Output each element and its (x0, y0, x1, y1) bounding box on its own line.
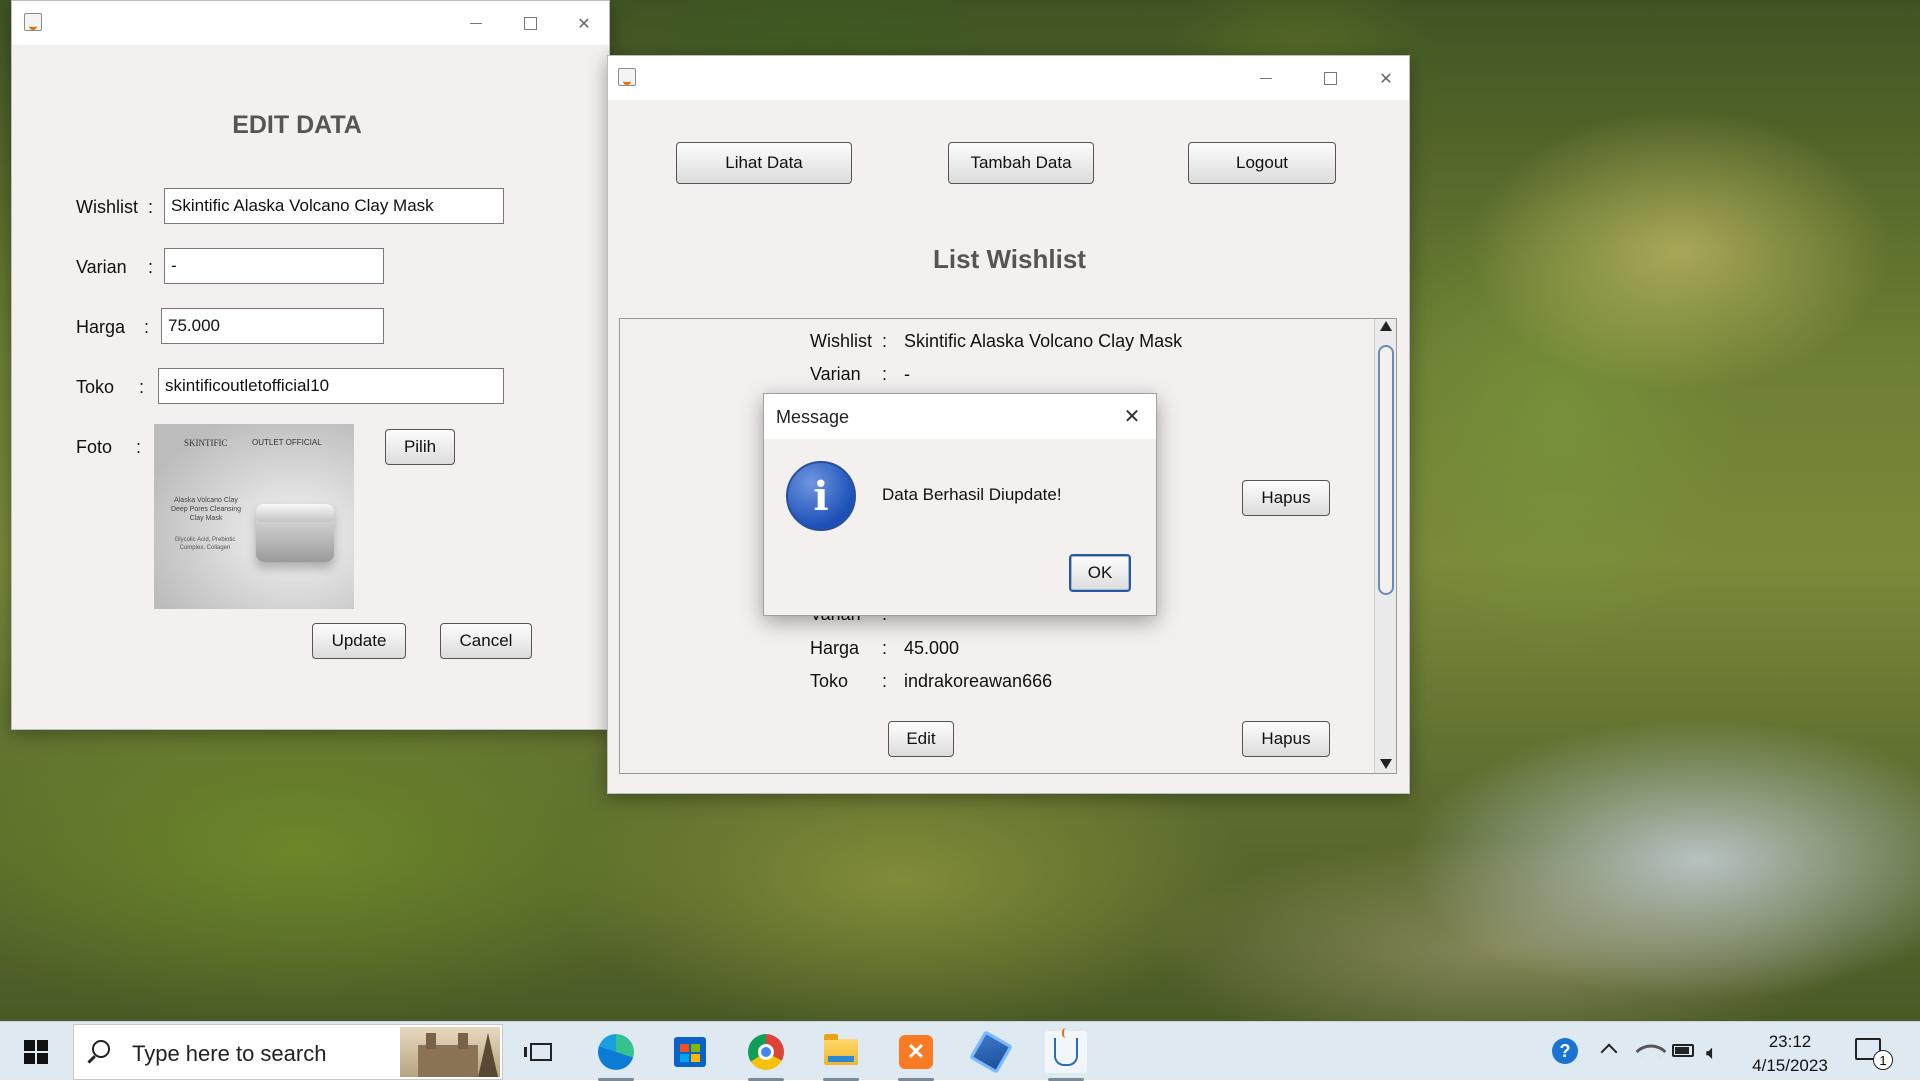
item1-varian-colon: : (882, 364, 888, 384)
minimize-icon[interactable] (1243, 56, 1289, 100)
item2-edit-button[interactable]: Edit (888, 721, 954, 757)
ok-button[interactable]: OK (1069, 554, 1131, 592)
taskbar: Type here to search ✕ ? 🔈︎ 23:12 4/15/20… (0, 1021, 1920, 1081)
dialog-message: Data Berhasil Diupdate! (882, 485, 1062, 504)
edit-data-window: EDIT DATA Wishlist : Skintific Alaska Vo… (11, 0, 610, 730)
close-icon[interactable]: ✕ (1118, 402, 1146, 430)
search-box[interactable]: Type here to search (73, 1024, 503, 1080)
wishlist-colon: : (148, 197, 154, 217)
photo-brand-text: SKINTIFIC (184, 438, 228, 448)
clock-date: 4/15/2023 (1752, 1056, 1828, 1075)
item2-toko-colon: : (882, 671, 888, 691)
volume-icon[interactable]: 🔈︎ (1706, 1040, 1718, 1064)
item2-toko-value: indrakoreawan666 (904, 671, 1053, 691)
toko-colon: : (139, 377, 145, 397)
product-photo: SKINTIFIC OUTLET OFFICIAL Alaska Volcano… (154, 424, 354, 609)
close-icon[interactable] (561, 1, 607, 45)
wishlist-label: Wishlist (76, 197, 138, 217)
varian-colon: : (148, 257, 154, 277)
logout-button[interactable]: Logout (1188, 142, 1336, 184)
battery-icon[interactable] (1672, 1044, 1694, 1057)
choose-photo-button[interactable]: Pilih (385, 429, 455, 465)
varian-input[interactable]: - (164, 248, 384, 284)
dialog-titlebar[interactable]: Message ✕ (764, 394, 1156, 439)
close-icon[interactable] (1363, 56, 1409, 100)
item2-harga-colon: : (882, 638, 888, 658)
add-data-button[interactable]: Tambah Data (948, 142, 1094, 184)
toko-input[interactable]: skintificoutletofficial10 (158, 368, 504, 404)
scrollbar-thumb[interactable] (1378, 345, 1394, 595)
harga-label: Harga (76, 317, 126, 337)
file-explorer-icon[interactable] (820, 1031, 862, 1081)
edge-icon[interactable] (595, 1031, 637, 1081)
harga-input[interactable]: 75.000 (161, 308, 384, 344)
task-view-icon[interactable] (520, 1031, 562, 1073)
item1-wishlist-label: Wishlist (810, 331, 872, 351)
help-icon[interactable]: ? (1552, 1038, 1578, 1064)
clock[interactable]: 23:12 4/15/2023 (1735, 1026, 1845, 1078)
notification-badge: 1 (1873, 1050, 1893, 1070)
list-heading: List Wishlist (933, 244, 1086, 274)
maximize-icon[interactable] (1307, 56, 1353, 100)
notifications-icon[interactable]: 1 (1855, 1038, 1893, 1070)
windows-logo-icon (24, 1039, 48, 1064)
info-icon: i (786, 461, 856, 531)
item1-varian-label: Varian (810, 364, 861, 384)
photo-jar (256, 504, 334, 562)
wishlist-input[interactable]: Skintific Alaska Volcano Clay Mask (164, 188, 504, 224)
virtualbox-icon[interactable] (969, 1030, 1013, 1074)
chevron-up-icon[interactable] (1600, 1043, 1618, 1061)
item1-wishlist-value: Skintific Alaska Volcano Clay Mask (904, 331, 1183, 351)
notre-dame-search-highlight-icon (400, 1027, 500, 1077)
java-app-icon (24, 13, 42, 31)
start-button[interactable] (0, 1022, 72, 1081)
xampp-icon[interactable]: ✕ (895, 1031, 937, 1081)
java-app-icon (618, 68, 636, 86)
item1-delete-button[interactable]: Hapus (1242, 480, 1330, 516)
cancel-button[interactable]: Cancel (440, 623, 532, 659)
minimize-icon[interactable] (453, 1, 499, 45)
photo-tag-text: OUTLET OFFICIAL (252, 438, 322, 447)
item2-delete-button[interactable]: Hapus (1242, 721, 1330, 757)
vertical-scrollbar[interactable] (1374, 319, 1396, 773)
store-icon[interactable] (669, 1031, 711, 1073)
foto-label: Foto (76, 437, 113, 457)
search-icon-handle (87, 1055, 96, 1064)
item1-varian-value: - (904, 364, 910, 384)
scroll-down-arrow-icon[interactable] (1380, 759, 1392, 769)
photo-ingredients-text: Glycolic Acid, Prebiotic Complex, Collag… (174, 537, 236, 551)
harga-colon: : (144, 317, 150, 337)
wifi-icon[interactable] (1635, 1035, 1667, 1067)
main-window-titlebar[interactable] (608, 56, 1409, 100)
maximize-icon[interactable] (507, 1, 553, 45)
item1-wishlist-colon: : (882, 331, 888, 351)
chrome-icon[interactable] (745, 1031, 787, 1081)
toko-label: Toko (76, 377, 115, 397)
search-placeholder: Type here to search (132, 1041, 327, 1066)
update-button[interactable]: Update (312, 623, 406, 659)
dialog-title: Message (776, 407, 850, 427)
scroll-up-arrow-icon[interactable] (1380, 321, 1392, 331)
item2-harga-value: 45.000 (904, 638, 960, 658)
edit-window-titlebar[interactable] (12, 1, 609, 45)
page-title: EDIT DATA (232, 111, 362, 139)
message-dialog: Message ✕ i Data Berhasil Diupdate! OK (763, 393, 1157, 616)
varian-label: Varian (76, 257, 127, 277)
item2-toko-label: Toko (810, 671, 849, 691)
clock-time: 23:12 (1768, 1032, 1812, 1051)
item2-harga-label: Harga (810, 638, 860, 658)
photo-product-text: Alaska Volcano Clay Deep Pores Cleansing… (170, 497, 242, 522)
java-icon[interactable] (1045, 1028, 1087, 1081)
view-data-button[interactable]: Lihat Data (676, 142, 852, 184)
foto-colon: : (136, 437, 142, 457)
